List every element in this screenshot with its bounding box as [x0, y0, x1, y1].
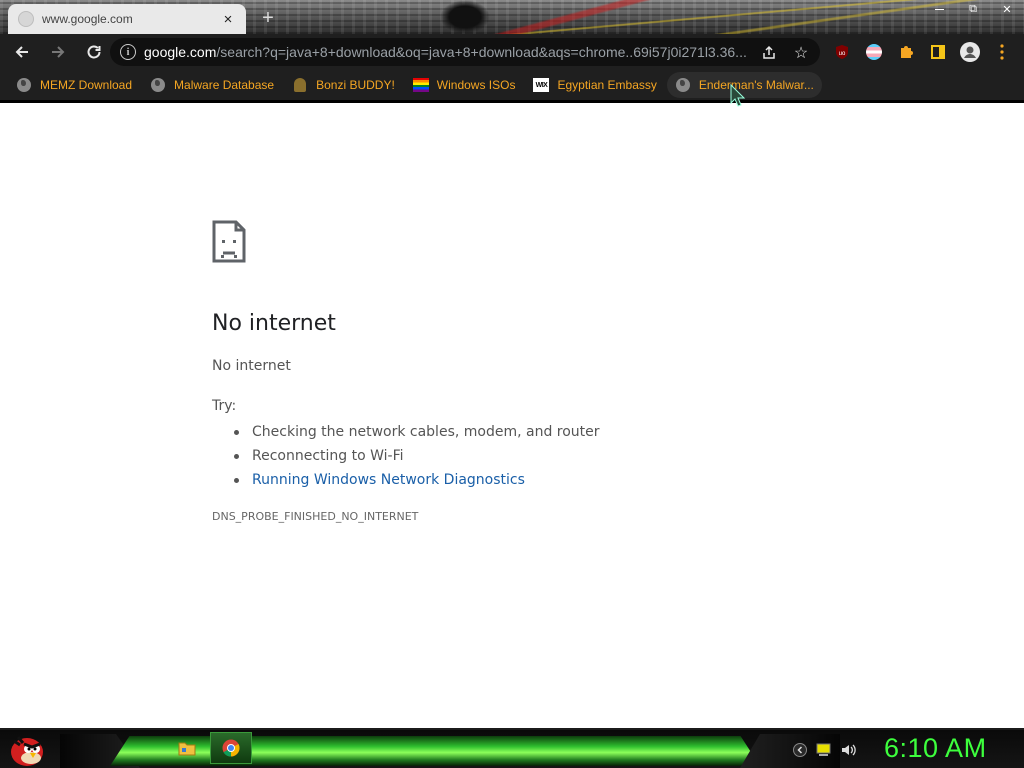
taskbar-glow [110, 736, 760, 766]
volume-icon[interactable] [840, 742, 856, 758]
bookmark-egyptian-embassy[interactable]: WIX Egyptian Embassy [525, 72, 664, 98]
forward-arrow-icon [52, 46, 65, 58]
tab-title: www.google.com [42, 12, 133, 26]
back-arrow-icon [15, 46, 28, 58]
puzzle-piece-icon[interactable] [896, 42, 916, 62]
network-diagnostics-link[interactable]: Running Windows Network Diagnostics [234, 468, 600, 492]
window-controls: ⧉ ✕ [922, 2, 1024, 16]
try-label: Try: [212, 398, 237, 414]
notification-icon[interactable] [816, 742, 832, 758]
taskbar [0, 728, 1024, 768]
globe-icon [17, 78, 31, 92]
error-code: DNS_PROBE_FINISHED_NO_INTERNET [212, 510, 419, 523]
trans-flag-icon[interactable] [864, 42, 884, 62]
globe-icon [675, 78, 690, 92]
title-bar[interactable]: www.google.com × + ⧉ ✕ [0, 0, 1024, 34]
browser-tab[interactable]: www.google.com × [8, 4, 246, 34]
restore-button[interactable]: ⧉ [956, 2, 990, 16]
side-panel-icon[interactable] [928, 42, 948, 62]
bookmark-malware-database[interactable]: Malware Database [142, 72, 282, 98]
rainbow-flag-icon [412, 78, 429, 92]
globe-icon [151, 78, 166, 92]
toolbar: i google.com/search?q=java+8+download&oq… [0, 34, 1024, 70]
back-button[interactable] [6, 36, 38, 68]
share-icon[interactable] [760, 44, 778, 62]
error-title: No internet [212, 311, 336, 336]
suggestions-list: Checking the network cables, modem, and … [234, 420, 600, 492]
reload-icon [87, 45, 101, 59]
start-button[interactable] [8, 732, 46, 768]
svg-text:uo: uo [839, 51, 846, 57]
bookmark-star-icon[interactable]: ☆ [792, 44, 810, 62]
bookmark-windows-isos[interactable]: Windows ISOs [405, 72, 524, 98]
address-bar[interactable]: i google.com/search?q=java+8+download&oq… [110, 38, 820, 66]
bookmarks-bar: MEMZ Download Malware Database Bonzi BUD… [0, 70, 1024, 100]
theme-background-shape [440, 0, 490, 34]
taskbar-chrome-button[interactable] [210, 732, 252, 764]
kebab-menu-icon[interactable] [992, 42, 1012, 62]
forward-button[interactable] [42, 36, 74, 68]
suggestion-reconnect-wifi: Reconnecting to Wi-Fi [234, 444, 600, 468]
ublock-origin-icon[interactable]: uo [832, 42, 852, 62]
suggestion-check-cables: Checking the network cables, modem, and … [234, 420, 600, 444]
sad-page-icon [212, 220, 246, 263]
new-tab-button[interactable]: + [256, 6, 280, 30]
url-text[interactable]: google.com/search?q=java+8+download&oq=j… [144, 44, 754, 60]
close-tab-button[interactable]: × [220, 11, 236, 28]
taskbar-clock[interactable]: 6:10 AM [884, 733, 987, 764]
close-window-button[interactable]: ✕ [990, 2, 1024, 16]
bookmark-bonzi-buddy[interactable]: Bonzi BUDDY! [284, 72, 403, 98]
file-explorer-icon[interactable] [178, 740, 196, 756]
theme-background-art [280, 0, 1000, 34]
reload-button[interactable] [78, 36, 110, 68]
show-hidden-icon[interactable] [792, 742, 808, 758]
bookmark-memz-download[interactable]: MEMZ Download [8, 72, 140, 98]
error-subtitle: No internet [212, 358, 291, 374]
chrome-icon [222, 739, 240, 757]
wix-icon: WIX [533, 78, 550, 92]
profile-icon[interactable] [960, 42, 980, 62]
site-info-icon[interactable]: i [120, 44, 136, 60]
bonzi-icon [294, 78, 307, 92]
globe-icon [18, 11, 34, 27]
minimize-button[interactable] [922, 2, 956, 16]
page-content: No internet No internet Try: Checking th… [0, 103, 1024, 728]
mouse-cursor-icon [730, 84, 746, 107]
